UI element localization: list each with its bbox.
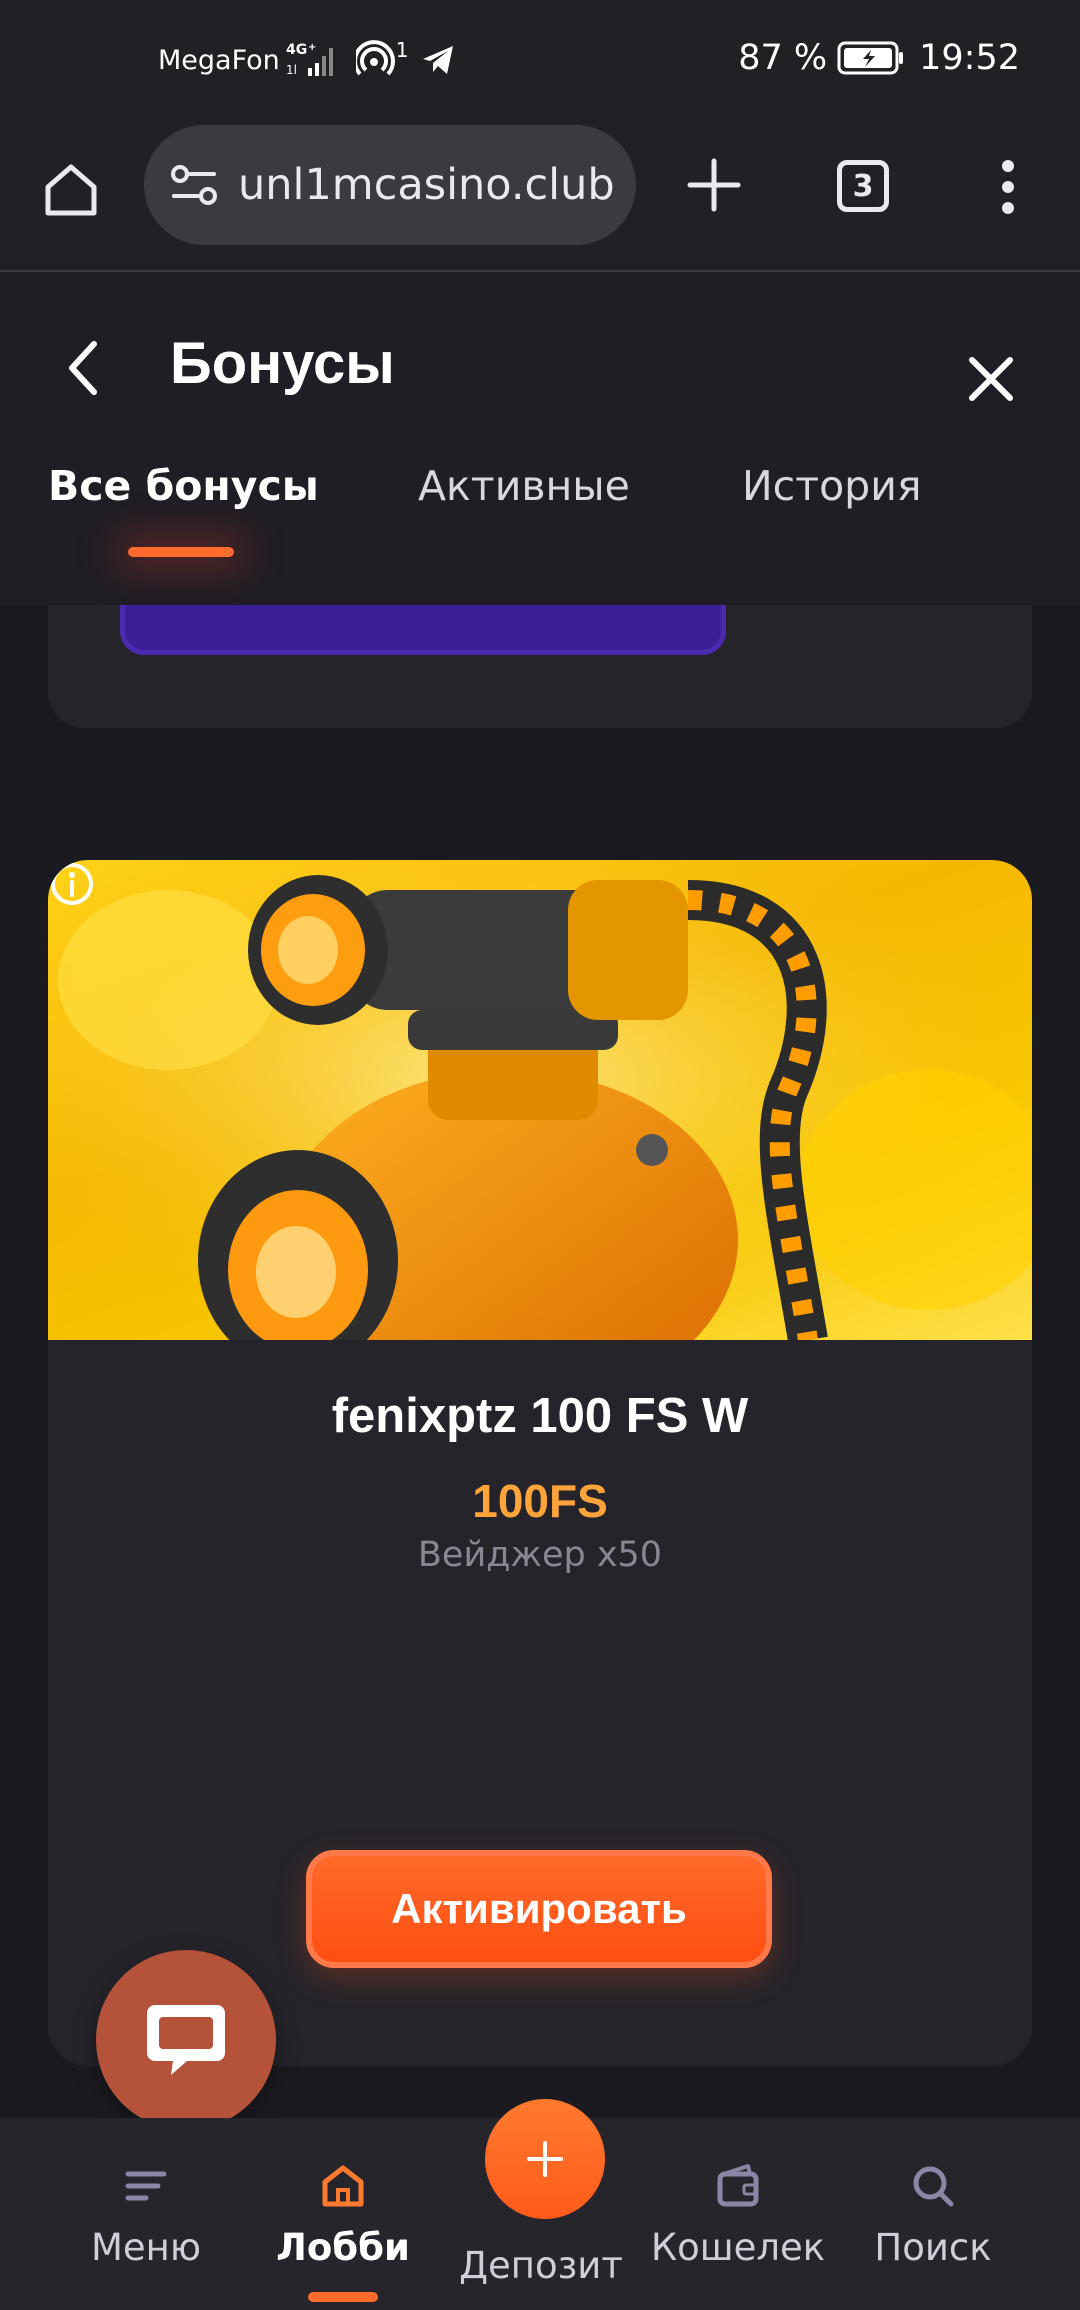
carrier-name: MegaFon: [158, 44, 280, 76]
nav-wallet-label: Кошелек: [650, 2226, 826, 2269]
menu-icon: [125, 2171, 167, 2201]
new-tab-icon[interactable]: [684, 155, 744, 215]
battery-percent: 87 %: [738, 38, 828, 78]
clock: 19:52: [919, 38, 1020, 78]
previous-card-button[interactable]: [120, 605, 726, 655]
page-title: Бонусы: [170, 331, 395, 396]
bonuses-header: Бонусы Все бонусы Активные История: [0, 272, 1080, 605]
address-bar[interactable]: unl1mcasino.club: [144, 125, 636, 245]
telegram-icon: [422, 46, 453, 74]
deposit-button[interactable]: [485, 2099, 605, 2219]
nav-search-label: Поиск: [874, 2226, 992, 2269]
home-icon: [322, 2165, 364, 2207]
status-bar: MegaFon 4G + 1l 1 87 % 19:52: [0, 0, 1080, 125]
svg-text:+: +: [308, 42, 316, 53]
info-icon[interactable]: [48, 860, 96, 908]
previous-bonus-card: [48, 605, 1032, 728]
url-text: unl1mcasino.club: [238, 160, 615, 210]
nav-deposit-label: Депозит: [459, 2244, 623, 2287]
plus-icon: [527, 2141, 563, 2177]
tab-switcher-button[interactable]: 3: [837, 160, 889, 212]
signal-icon: 4G + 1l: [286, 42, 333, 77]
more-options-icon[interactable]: [994, 156, 1022, 218]
chat-bubble-icon: [147, 2005, 225, 2075]
activate-button[interactable]: Активировать: [306, 1850, 772, 1968]
bonus-amount: 100FS: [472, 1475, 608, 1527]
nav-deposit[interactable]: Депозит: [456, 2099, 626, 2310]
nav-lobby-label: Лобби: [276, 2226, 410, 2269]
support-chat-button[interactable]: [96, 1950, 276, 2130]
back-arrow-icon[interactable]: [62, 336, 106, 400]
bottom-navigation: Меню Лобби Депозит Кошелек Поиск: [0, 2099, 1080, 2310]
nav-wallet[interactable]: Кошелек: [648, 2118, 828, 2310]
site-settings-icon[interactable]: [168, 159, 220, 211]
tab-all-bonuses[interactable]: Все бонусы: [48, 462, 319, 510]
search-icon: [913, 2166, 954, 2207]
close-icon[interactable]: [966, 354, 1016, 404]
wallet-icon: [717, 2164, 759, 2207]
status-left: MegaFon 4G + 1l 1: [158, 38, 459, 80]
hotspot-count: 1: [395, 38, 409, 62]
nav-lobby[interactable]: Лобби: [272, 2118, 414, 2310]
activate-button-label: Активировать: [391, 1885, 687, 1932]
nav-menu-label: Меню: [90, 2226, 202, 2269]
svg-text:4G: 4G: [286, 42, 307, 58]
browser-toolbar: unl1mcasino.club 3: [0, 125, 1080, 272]
bonus-card: fenixptz 100 FS W 100FS Вейджер х50 Акти…: [48, 860, 1032, 2066]
battery-icon: [837, 41, 904, 75]
tab-count: 3: [852, 168, 874, 204]
active-tab-indicator: [128, 547, 234, 557]
svg-text:1l: 1l: [286, 63, 297, 77]
home-icon[interactable]: [40, 159, 102, 221]
fenix-machine-illustration: [48, 860, 1032, 1340]
bonus-card-image: [48, 860, 1032, 1340]
status-right: 87 % 19:52: [738, 38, 1020, 78]
nav-active-indicator: [308, 2292, 378, 2302]
nav-menu[interactable]: Меню: [80, 2118, 212, 2310]
nav-search[interactable]: Поиск: [868, 2118, 998, 2310]
bonus-name: fenixptz 100 FS W: [331, 1389, 749, 1443]
tab-history[interactable]: История: [742, 462, 922, 510]
bonus-wager: Вейджер х50: [417, 1535, 663, 1575]
tab-active-bonuses[interactable]: Активные: [418, 462, 630, 510]
